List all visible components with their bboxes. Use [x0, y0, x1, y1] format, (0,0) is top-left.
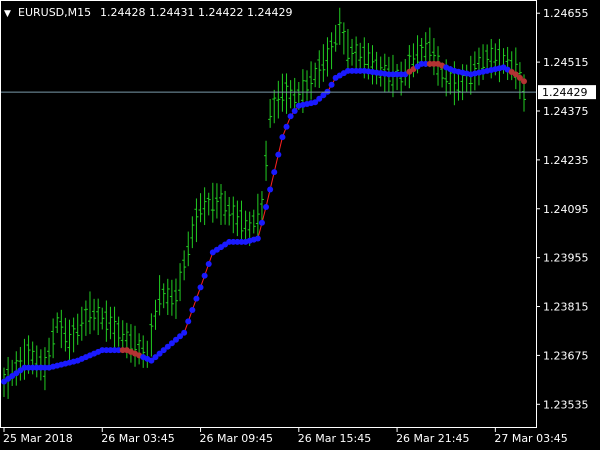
- ma-dot: [201, 272, 208, 279]
- y-tick-label: 1.23535: [543, 398, 589, 411]
- y-tick-label: 1.24655: [543, 7, 589, 20]
- ma-dot: [197, 284, 204, 291]
- y-tick-label: 1.24515: [543, 56, 589, 69]
- y-tick-label: 1.24235: [543, 154, 589, 167]
- x-tick-label: 26 Mar 21:45: [396, 432, 469, 445]
- y-tick-label: 1.24375: [543, 105, 589, 118]
- y-tick-label: 1.23675: [543, 349, 589, 362]
- x-tick-label: 27 Mar 03:45: [494, 432, 567, 445]
- ma-dot: [193, 295, 200, 302]
- ma-dot: [283, 123, 290, 130]
- symbol-label: EURUSD,M15: [18, 6, 91, 19]
- triangle-down-icon: ▼: [4, 9, 11, 19]
- current-price-label: 1.24429: [542, 86, 588, 99]
- ma-dot: [205, 261, 212, 268]
- chart-background: [0, 0, 600, 450]
- ma-dot: [185, 318, 192, 325]
- ma-dot: [254, 235, 261, 242]
- ma-dot: [328, 81, 335, 88]
- current-price-marker: 1.24429: [538, 85, 596, 100]
- x-tick-label: 26 Mar 03:45: [101, 432, 174, 445]
- ma-dot: [521, 78, 527, 85]
- ma-dot: [258, 219, 265, 226]
- price-chart: 1.24655 1.24515 1.24375 1.24235 1.24095 1.239…: [0, 0, 600, 450]
- ma-dot: [263, 204, 270, 211]
- x-tick-label: 26 Mar 09:45: [200, 432, 273, 445]
- x-tick-label: 25 Mar 2018: [3, 432, 73, 445]
- ma-dot: [271, 169, 278, 176]
- price-axis: 1.24655 1.24515 1.24375 1.24235 1.24095 1.239…: [536, 7, 589, 411]
- y-tick-label: 1.23955: [543, 252, 589, 265]
- chart-header: ▼ EURUSD,M15 1.24428 1.24431 1.24422 1.2…: [4, 6, 292, 19]
- ma-dot: [189, 307, 196, 314]
- ma-dot: [275, 151, 282, 158]
- ma-dot: [181, 329, 188, 336]
- ma-dot: [291, 107, 298, 114]
- y-tick-label: 1.23815: [543, 301, 589, 314]
- ma-dot: [267, 186, 274, 193]
- y-tick-label: 1.24095: [543, 203, 589, 216]
- x-tick-label: 26 Mar 15:45: [298, 432, 371, 445]
- ma-dot: [279, 134, 286, 141]
- ma-dot: [287, 113, 294, 120]
- ohlc-values: 1.24428 1.24431 1.24422 1.24429: [100, 6, 292, 19]
